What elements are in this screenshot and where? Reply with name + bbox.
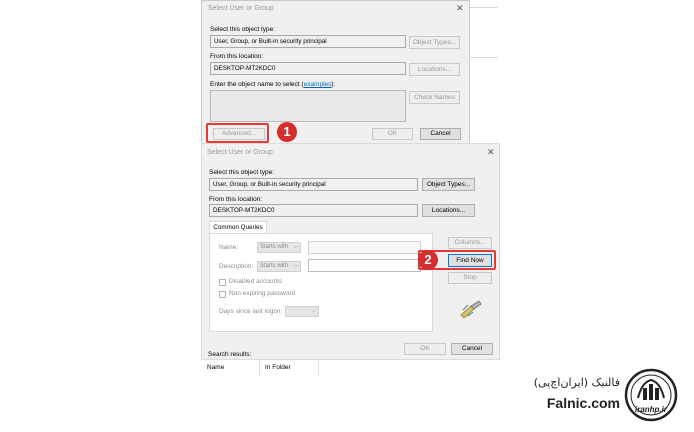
svg-text:iranhp.ir: iranhp.ir [635, 405, 668, 414]
columns-button[interactable]: Columns... [448, 237, 492, 249]
column-header-in-folder[interactable]: In Folder [265, 364, 291, 371]
disabled-accounts-label: Disabled accounts [229, 278, 283, 285]
background-window-fragment [466, 0, 498, 8]
step-1-badge: 1 [277, 122, 297, 142]
examples-link[interactable]: examples [304, 81, 332, 88]
locations-button[interactable]: Locations... [409, 63, 460, 76]
name-label: Name: [219, 244, 239, 251]
column-header-name[interactable]: Name [207, 364, 224, 371]
check-names-button[interactable]: Check Names [409, 91, 460, 104]
object-name-textarea[interactable] [210, 90, 406, 122]
cancel-button[interactable]: Cancel [451, 343, 493, 355]
column-divider[interactable] [259, 361, 260, 375]
brand-name-fa: فالنیک (ایران‌اچ‌پی) [533, 376, 620, 389]
object-types-button[interactable]: Object Types... [409, 36, 460, 49]
stop-button[interactable]: Stop [448, 272, 492, 284]
disabled-accounts-checkbox[interactable] [219, 279, 226, 286]
description-filter-select[interactable]: Starts with ⌵ [257, 261, 301, 272]
non-expiring-label: Non expiring password [229, 290, 296, 297]
advanced-highlight [206, 123, 269, 143]
object-type-field: User, Group, or Built-in security princi… [210, 35, 406, 48]
dialog-title: Select User or Group [207, 149, 273, 156]
dialog-title: Select User or Group [208, 5, 274, 12]
locations-button[interactable]: Locations... [422, 204, 475, 217]
days-since-logon-label: Days since last logon: [219, 308, 283, 315]
description-filter-value: Starts with [260, 263, 289, 269]
common-queries-panel: Name: Starts with ⌵ Description: Starts w… [209, 233, 433, 332]
description-label: Description: [219, 263, 254, 270]
object-type-label: Select this object type: [210, 26, 276, 33]
cancel-button[interactable]: Cancel [420, 128, 461, 140]
column-divider[interactable] [318, 361, 319, 375]
brand-seal-logo: iranhp.ir [624, 368, 678, 422]
location-label: From this location: [210, 53, 264, 60]
object-type-label: Select this object type: [209, 169, 275, 176]
search-animation-icon [459, 299, 485, 319]
brand-name-en: Falnic.com [546, 395, 620, 411]
step-2-badge: 2 [418, 250, 438, 270]
chevron-down-icon: ⌵ [293, 263, 298, 269]
close-icon[interactable]: ✕ [456, 4, 464, 13]
enter-object-label-text: Enter the object name to select ( [210, 81, 304, 88]
object-type-field: User, Group, or Built-in security princi… [209, 178, 418, 191]
search-results-label: Search results: [208, 351, 252, 358]
description-input[interactable] [308, 259, 421, 272]
object-types-button[interactable]: Object Types... [422, 178, 475, 191]
chevron-down-icon: ⌵ [293, 244, 298, 250]
ok-button[interactable]: OK [372, 128, 413, 140]
location-field: DESKTOP-MT2KDC0 [210, 62, 406, 75]
enter-object-label-suffix: ): [331, 81, 336, 88]
name-filter-select[interactable]: Starts with ⌵ [257, 242, 301, 253]
search-results-list: Name In Folder [201, 360, 500, 378]
non-expiring-checkbox[interactable] [219, 291, 226, 298]
location-field: DESKTOP-MT2KDC0 [209, 204, 418, 217]
ok-button[interactable]: OK [404, 343, 446, 355]
close-icon[interactable]: ✕ [487, 148, 495, 157]
name-input[interactable] [308, 241, 421, 254]
location-label: From this location: [209, 196, 263, 203]
days-since-logon-select[interactable]: ⌵ [285, 306, 319, 317]
enter-object-label: Enter the object name to select (example… [210, 81, 335, 88]
chevron-down-icon: ⌵ [311, 308, 316, 314]
name-filter-value: Starts with [260, 244, 289, 250]
background-window-fragment [466, 57, 498, 67]
